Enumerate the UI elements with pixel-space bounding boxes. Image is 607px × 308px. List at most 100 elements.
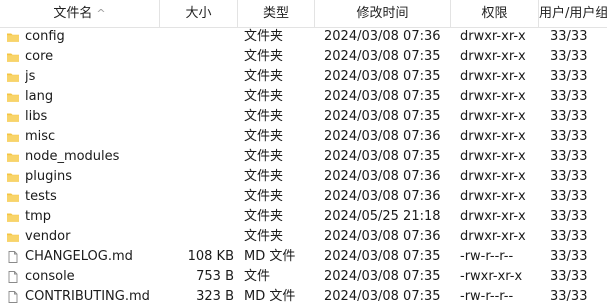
file-name: lang — [25, 89, 54, 104]
folder-icon — [6, 50, 20, 64]
file-row[interactable]: console 753 B 文件 2024/03/08 07:35 -rwxr-xr-x… — [0, 267, 607, 287]
file-row[interactable]: misc 文件夹 2024/03/08 07:36 drwxr-xr-x 33/33 — [0, 127, 607, 147]
file-name: CONTRIBUTING.md — [25, 289, 150, 304]
file-permissions: drwxr-xr-x — [460, 229, 526, 244]
file-icon — [6, 290, 20, 304]
file-size — [160, 207, 234, 227]
column-header-size-label: 大小 — [185, 6, 212, 21]
file-type: 文件夹 — [244, 149, 284, 164]
file-row[interactable]: js 文件夹 2024/03/08 07:35 drwxr-xr-x 33/33 — [0, 67, 607, 87]
file-row[interactable]: CONTRIBUTING.md 323 B MD 文件 2024/03/08 07:3… — [0, 287, 607, 307]
column-header-owner-label: 用户/用户组 — [539, 6, 607, 21]
file-permissions: -rwxr-xr-x — [460, 269, 523, 284]
file-modified: 2024/03/08 07:36 — [324, 169, 441, 184]
sort-ascending-icon: ^ — [96, 7, 106, 20]
file-modified: 2024/03/08 07:35 — [324, 89, 441, 104]
column-header-modified-label: 修改时间 — [356, 6, 409, 21]
column-header-type-label: 类型 — [262, 6, 289, 21]
file-row[interactable]: vendor 文件夹 2024/03/08 07:36 drwxr-xr-x 33/33 — [0, 227, 607, 247]
file-modified: 2024/03/08 07:35 — [324, 69, 441, 84]
file-type: 文件 — [244, 269, 271, 284]
file-modified: 2024/03/08 07:36 — [324, 189, 441, 204]
folder-icon — [6, 130, 20, 144]
file-row[interactable]: tests 文件夹 2024/03/08 07:36 drwxr-xr-x 33/33 — [0, 187, 607, 207]
file-permissions: -rw-r--r-- — [460, 289, 514, 304]
file-size — [160, 167, 234, 187]
file-modified: 2024/03/08 07:35 — [324, 149, 441, 164]
file-permissions: drwxr-xr-x — [460, 109, 526, 124]
file-owner: 33/33 — [550, 289, 588, 304]
file-row[interactable]: node_modules 文件夹 2024/03/08 07:35 drwxr-xr-… — [0, 147, 607, 167]
column-header-name-label: 文件名 — [53, 6, 93, 21]
file-size: 108 KB — [187, 249, 234, 264]
column-header-permissions-label: 权限 — [481, 6, 508, 21]
folder-icon — [6, 110, 20, 124]
file-modified: 2024/03/08 07:35 — [324, 249, 441, 264]
file-name: js — [25, 69, 36, 84]
file-size — [160, 187, 234, 207]
file-size: 323 B — [196, 289, 234, 304]
file-modified: 2024/03/08 07:35 — [324, 289, 441, 304]
file-name: plugins — [25, 169, 72, 184]
file-permissions: drwxr-xr-x — [460, 169, 526, 184]
file-size — [160, 27, 234, 47]
file-name: tests — [25, 189, 57, 204]
file-owner: 33/33 — [550, 129, 588, 144]
file-icon — [6, 270, 20, 284]
file-size — [160, 47, 234, 67]
folder-icon — [6, 70, 20, 84]
file-list: config 文件夹 2024/03/08 07:36 drwxr-xr-x 33/33… — [0, 27, 607, 307]
file-row[interactable]: lang 文件夹 2024/03/08 07:35 drwxr-xr-x 33/33 — [0, 87, 607, 107]
file-name: libs — [25, 109, 48, 124]
column-header-size[interactable]: 大小 — [160, 0, 238, 27]
file-modified: 2024/03/08 07:36 — [324, 29, 441, 44]
file-name: vendor — [25, 229, 71, 244]
file-modified: 2024/05/25 21:18 — [324, 209, 441, 224]
file-size — [160, 127, 234, 147]
file-owner: 33/33 — [550, 149, 588, 164]
column-header-owner[interactable]: 用户/用户组 — [539, 0, 607, 27]
file-size — [160, 227, 234, 247]
file-permissions: -rw-r--r-- — [460, 249, 514, 264]
file-size — [160, 67, 234, 87]
file-type: MD 文件 — [244, 289, 296, 304]
file-row[interactable]: CHANGELOG.md 108 KB MD 文件 2024/03/08 07:35 -… — [0, 247, 607, 267]
file-modified: 2024/03/08 07:35 — [324, 109, 441, 124]
file-owner: 33/33 — [550, 69, 588, 84]
column-header-name[interactable]: 文件名 ^ — [0, 0, 160, 27]
file-size: 753 B — [196, 269, 234, 284]
file-owner: 33/33 — [550, 169, 588, 184]
column-header-permissions[interactable]: 权限 — [451, 0, 539, 27]
file-row[interactable]: libs 文件夹 2024/03/08 07:35 drwxr-xr-x 33/33 — [0, 107, 607, 127]
file-owner: 33/33 — [550, 209, 588, 224]
file-row[interactable]: core 文件夹 2024/03/08 07:35 drwxr-xr-x 33/33 — [0, 47, 607, 67]
column-header-type[interactable]: 类型 — [238, 0, 315, 27]
file-row[interactable]: plugins 文件夹 2024/03/08 07:36 drwxr-xr-x 33/3… — [0, 167, 607, 187]
file-type: MD 文件 — [244, 249, 296, 264]
folder-icon — [6, 230, 20, 244]
file-name: tmp — [25, 209, 52, 224]
file-modified: 2024/03/08 07:36 — [324, 229, 441, 244]
file-permissions: drwxr-xr-x — [460, 129, 526, 144]
file-modified: 2024/03/08 07:35 — [324, 49, 441, 64]
file-row[interactable]: tmp 文件夹 2024/05/25 21:18 drwxr-xr-x 33/33 — [0, 207, 607, 227]
file-owner: 33/33 — [550, 269, 588, 284]
file-permissions: drwxr-xr-x — [460, 209, 526, 224]
column-header: 文件名 ^ 大小 类型 修改时间 权限 用户/用户组 — [0, 0, 607, 28]
folder-icon — [6, 30, 20, 44]
file-type: 文件夹 — [244, 209, 284, 224]
file-row[interactable]: config 文件夹 2024/03/08 07:36 drwxr-xr-x 33/33 — [0, 27, 607, 47]
file-icon — [6, 250, 20, 264]
file-permissions: drwxr-xr-x — [460, 89, 526, 104]
file-permissions: drwxr-xr-x — [460, 49, 526, 64]
folder-icon — [6, 210, 20, 224]
file-owner: 33/33 — [550, 109, 588, 124]
file-permissions: drwxr-xr-x — [460, 69, 526, 84]
column-header-modified[interactable]: 修改时间 — [315, 0, 451, 27]
file-owner: 33/33 — [550, 189, 588, 204]
file-size — [160, 107, 234, 127]
file-type: 文件夹 — [244, 169, 284, 184]
file-name: core — [25, 49, 54, 64]
file-type: 文件夹 — [244, 69, 284, 84]
file-modified: 2024/03/08 07:35 — [324, 269, 441, 284]
